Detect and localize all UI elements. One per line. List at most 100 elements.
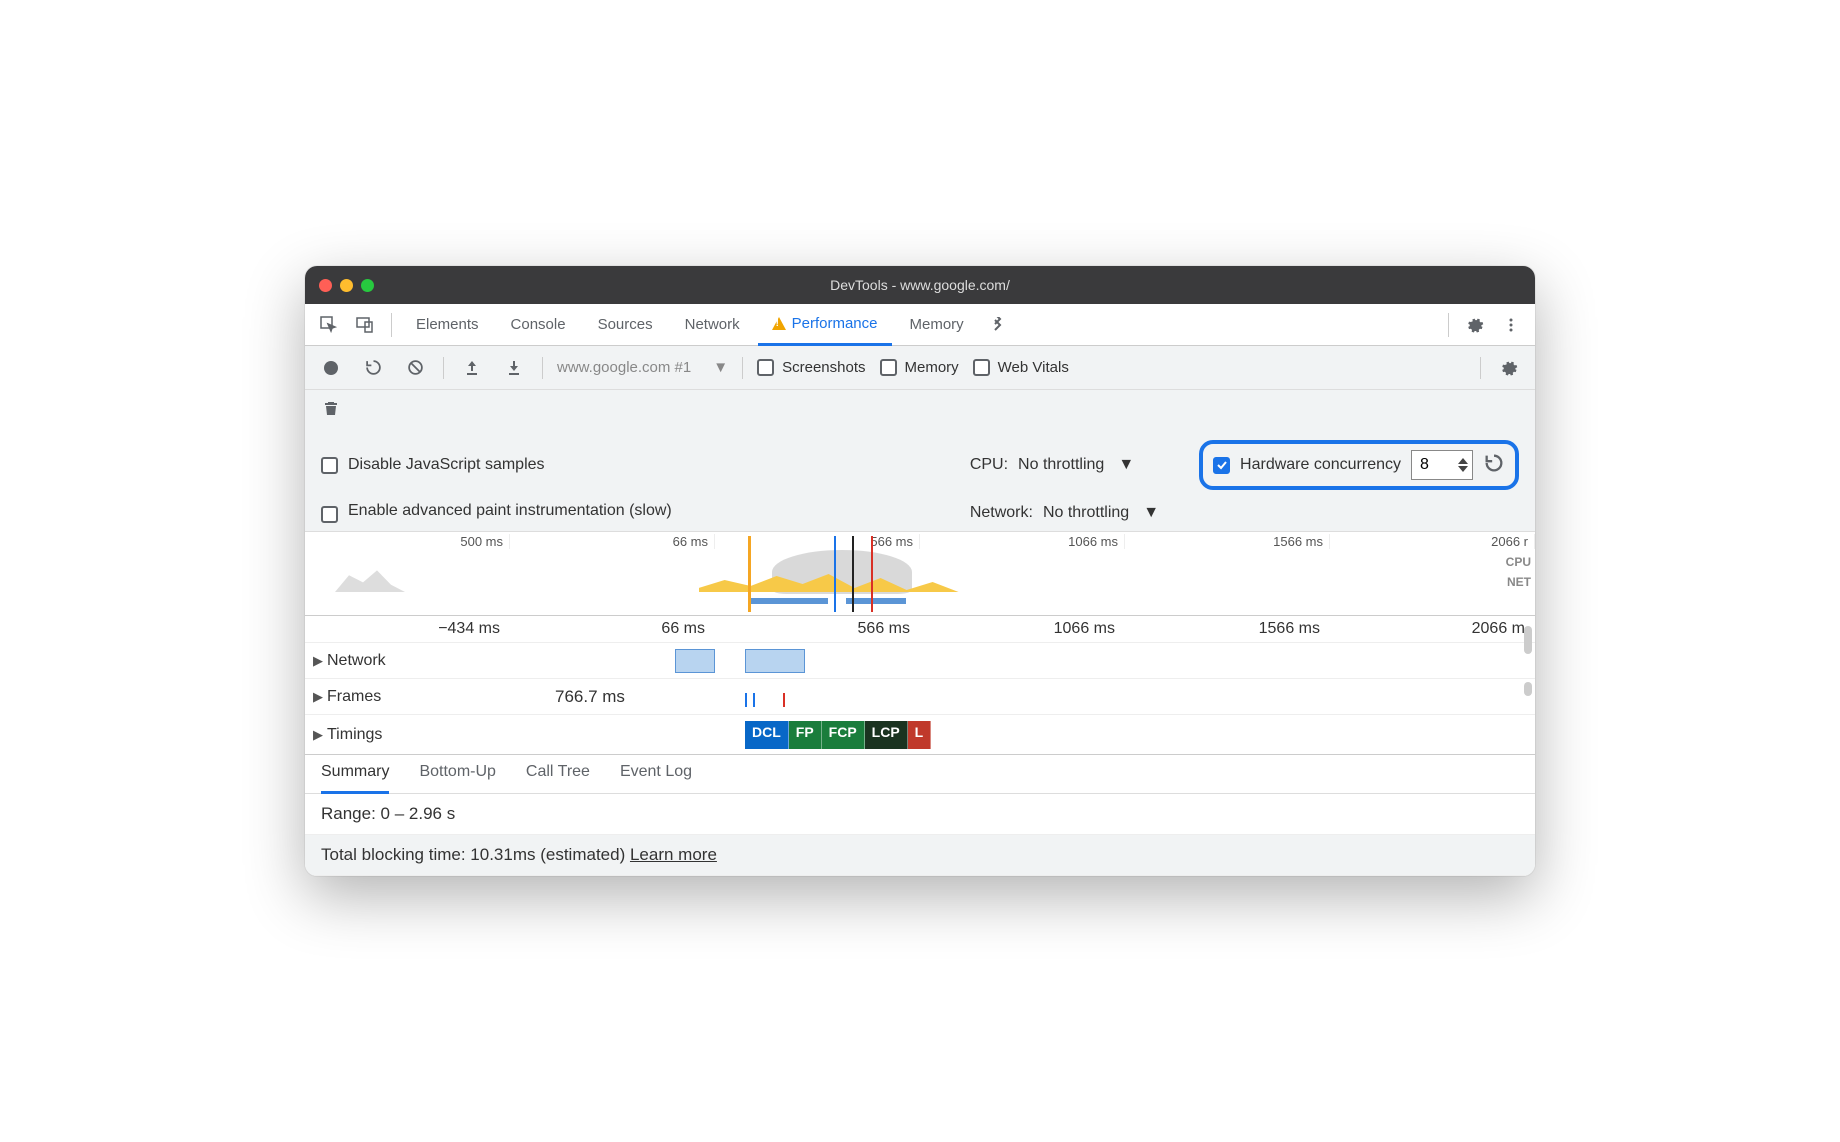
hardware-concurrency-input[interactable]: 8 bbox=[1411, 450, 1473, 480]
blocking-time-row: Total blocking time: 10.31ms (estimated)… bbox=[305, 835, 1535, 876]
select-value: No throttling bbox=[1043, 504, 1129, 522]
memory-checkbox[interactable]: Memory bbox=[880, 359, 959, 376]
tab-label: Elements bbox=[416, 316, 479, 333]
network-request-block[interactable] bbox=[745, 649, 805, 673]
advanced-paint-checkbox[interactable]: Enable advanced paint instrumentation (s… bbox=[321, 502, 930, 523]
separator bbox=[391, 313, 392, 337]
tab-label: Sources bbox=[598, 316, 653, 333]
settings-gear-icon[interactable] bbox=[1459, 309, 1491, 341]
ruler-tick: −434 ms bbox=[305, 620, 510, 638]
reload-record-button[interactable] bbox=[359, 354, 387, 382]
tab-summary[interactable]: Summary bbox=[321, 763, 389, 794]
webvitals-checkbox[interactable]: Web Vitals bbox=[973, 359, 1069, 376]
separator bbox=[443, 357, 444, 379]
kebab-menu-icon[interactable] bbox=[1495, 309, 1527, 341]
checkbox-icon bbox=[321, 457, 338, 474]
expand-caret-icon[interactable]: ▶ bbox=[313, 727, 323, 743]
timing-tick bbox=[745, 693, 747, 707]
separator bbox=[1448, 313, 1449, 337]
network-request-block[interactable] bbox=[675, 649, 715, 673]
timings-track[interactable]: ▶ Timings DCL FP FCP LCP L bbox=[305, 714, 1535, 754]
expand-caret-icon[interactable]: ▶ bbox=[313, 689, 323, 705]
spinner-up-icon[interactable] bbox=[1458, 458, 1468, 464]
ruler-tick: 2066 r bbox=[1330, 534, 1535, 549]
cpu-label: CPU: bbox=[970, 456, 1008, 474]
checkbox-icon bbox=[880, 359, 897, 376]
tab-event-log[interactable]: Event Log bbox=[620, 763, 692, 793]
tab-network[interactable]: Network bbox=[671, 304, 754, 345]
chevron-down-icon: ▼ bbox=[713, 359, 728, 376]
device-toolbar-icon[interactable] bbox=[349, 309, 381, 341]
net-bar bbox=[846, 598, 906, 604]
load-marker[interactable]: L bbox=[908, 721, 932, 749]
inspect-element-icon[interactable] bbox=[313, 309, 345, 341]
tab-sources[interactable]: Sources bbox=[584, 304, 667, 345]
more-tabs-icon[interactable] bbox=[982, 309, 1014, 341]
flamechart-timeline[interactable]: −434 ms 66 ms 566 ms 1066 ms 1566 ms 206… bbox=[305, 616, 1535, 754]
checkbox-icon bbox=[321, 506, 338, 523]
recording-name: www.google.com #1 bbox=[557, 359, 691, 376]
number-spinner bbox=[1458, 458, 1468, 472]
tab-call-tree[interactable]: Call Tree bbox=[526, 763, 590, 793]
cpu-throttle-select[interactable]: No throttling ▼ bbox=[1018, 456, 1134, 474]
marker-line bbox=[852, 536, 854, 612]
ruler-tick: 2066 m bbox=[1330, 620, 1535, 638]
warning-icon bbox=[772, 317, 786, 330]
input-value: 8 bbox=[1420, 456, 1429, 474]
devtools-window: DevTools - www.google.com/ Elements Cons… bbox=[305, 266, 1535, 876]
collect-garbage-icon[interactable] bbox=[317, 394, 345, 422]
network-track[interactable]: ▶ Network bbox=[305, 642, 1535, 678]
checkbox-label: Disable JavaScript samples bbox=[348, 456, 545, 474]
recording-selector[interactable]: www.google.com #1 ▼ bbox=[557, 359, 728, 376]
tab-memory[interactable]: Memory bbox=[896, 304, 978, 345]
download-profile-icon[interactable] bbox=[500, 354, 528, 382]
disable-js-samples-checkbox[interactable]: Disable JavaScript samples bbox=[321, 456, 930, 474]
ruler-tick: 66 ms bbox=[510, 620, 715, 638]
separator bbox=[1480, 357, 1481, 379]
record-button[interactable] bbox=[317, 354, 345, 382]
details-tabs: Summary Bottom-Up Call Tree Event Log bbox=[305, 755, 1535, 794]
tab-label: Network bbox=[685, 316, 740, 333]
expand-caret-icon[interactable]: ▶ bbox=[313, 653, 323, 669]
screenshots-checkbox[interactable]: Screenshots bbox=[757, 359, 865, 376]
tab-performance[interactable]: Performance bbox=[758, 305, 892, 346]
marker-line bbox=[748, 536, 751, 612]
track-label: Network bbox=[327, 652, 386, 670]
fcp-marker[interactable]: FCP bbox=[822, 721, 865, 749]
ruler-tick: 1566 ms bbox=[1125, 620, 1330, 638]
scrollbar-thumb[interactable] bbox=[1524, 626, 1532, 654]
upload-profile-icon[interactable] bbox=[458, 354, 486, 382]
clear-button[interactable] bbox=[401, 354, 429, 382]
spinner-down-icon[interactable] bbox=[1458, 466, 1468, 472]
checkbox-checked-icon bbox=[1213, 457, 1230, 474]
checkbox-label: Web Vitals bbox=[998, 359, 1069, 376]
range-text: Range: 0 – 2.96 s bbox=[305, 794, 1535, 835]
network-throttle-select[interactable]: No throttling ▼ bbox=[1043, 504, 1159, 522]
scrollbar-thumb[interactable] bbox=[1524, 682, 1532, 696]
tab-console[interactable]: Console bbox=[497, 304, 580, 345]
network-label: Network: bbox=[970, 504, 1033, 522]
dcl-marker[interactable]: DCL bbox=[745, 721, 789, 749]
timing-tick bbox=[783, 693, 785, 707]
checkbox-icon bbox=[757, 359, 774, 376]
checkbox-label: Enable advanced paint instrumentation (s… bbox=[348, 502, 672, 520]
tab-elements[interactable]: Elements bbox=[402, 304, 493, 345]
overview-ruler: 500 ms 66 ms 566 ms 1066 ms 1566 ms 2066… bbox=[305, 532, 1535, 549]
capture-settings-gear-icon[interactable] bbox=[1495, 354, 1523, 382]
learn-more-link[interactable]: Learn more bbox=[630, 845, 717, 864]
reset-concurrency-icon[interactable] bbox=[1483, 452, 1505, 479]
tab-label: Summary bbox=[321, 763, 389, 780]
marker-line bbox=[834, 536, 836, 612]
lcp-marker[interactable]: LCP bbox=[865, 721, 908, 749]
frames-track[interactable]: ▶ Frames 766.7 ms bbox=[305, 678, 1535, 714]
fp-marker[interactable]: FP bbox=[789, 721, 822, 749]
hardware-concurrency-checkbox[interactable]: Hardware concurrency bbox=[1213, 456, 1401, 474]
chevron-down-icon: ▼ bbox=[1143, 504, 1159, 522]
checkbox-label: Memory bbox=[905, 359, 959, 376]
overview-strip[interactable]: 500 ms 66 ms 566 ms 1066 ms 1566 ms 2066… bbox=[305, 532, 1535, 616]
tab-bottom-up[interactable]: Bottom-Up bbox=[419, 763, 495, 793]
window-title: DevTools - www.google.com/ bbox=[305, 277, 1535, 293]
tab-label: Console bbox=[511, 316, 566, 333]
details-panel: Summary Bottom-Up Call Tree Event Log Ra… bbox=[305, 754, 1535, 876]
hardware-concurrency-group: Hardware concurrency 8 bbox=[1199, 440, 1519, 490]
